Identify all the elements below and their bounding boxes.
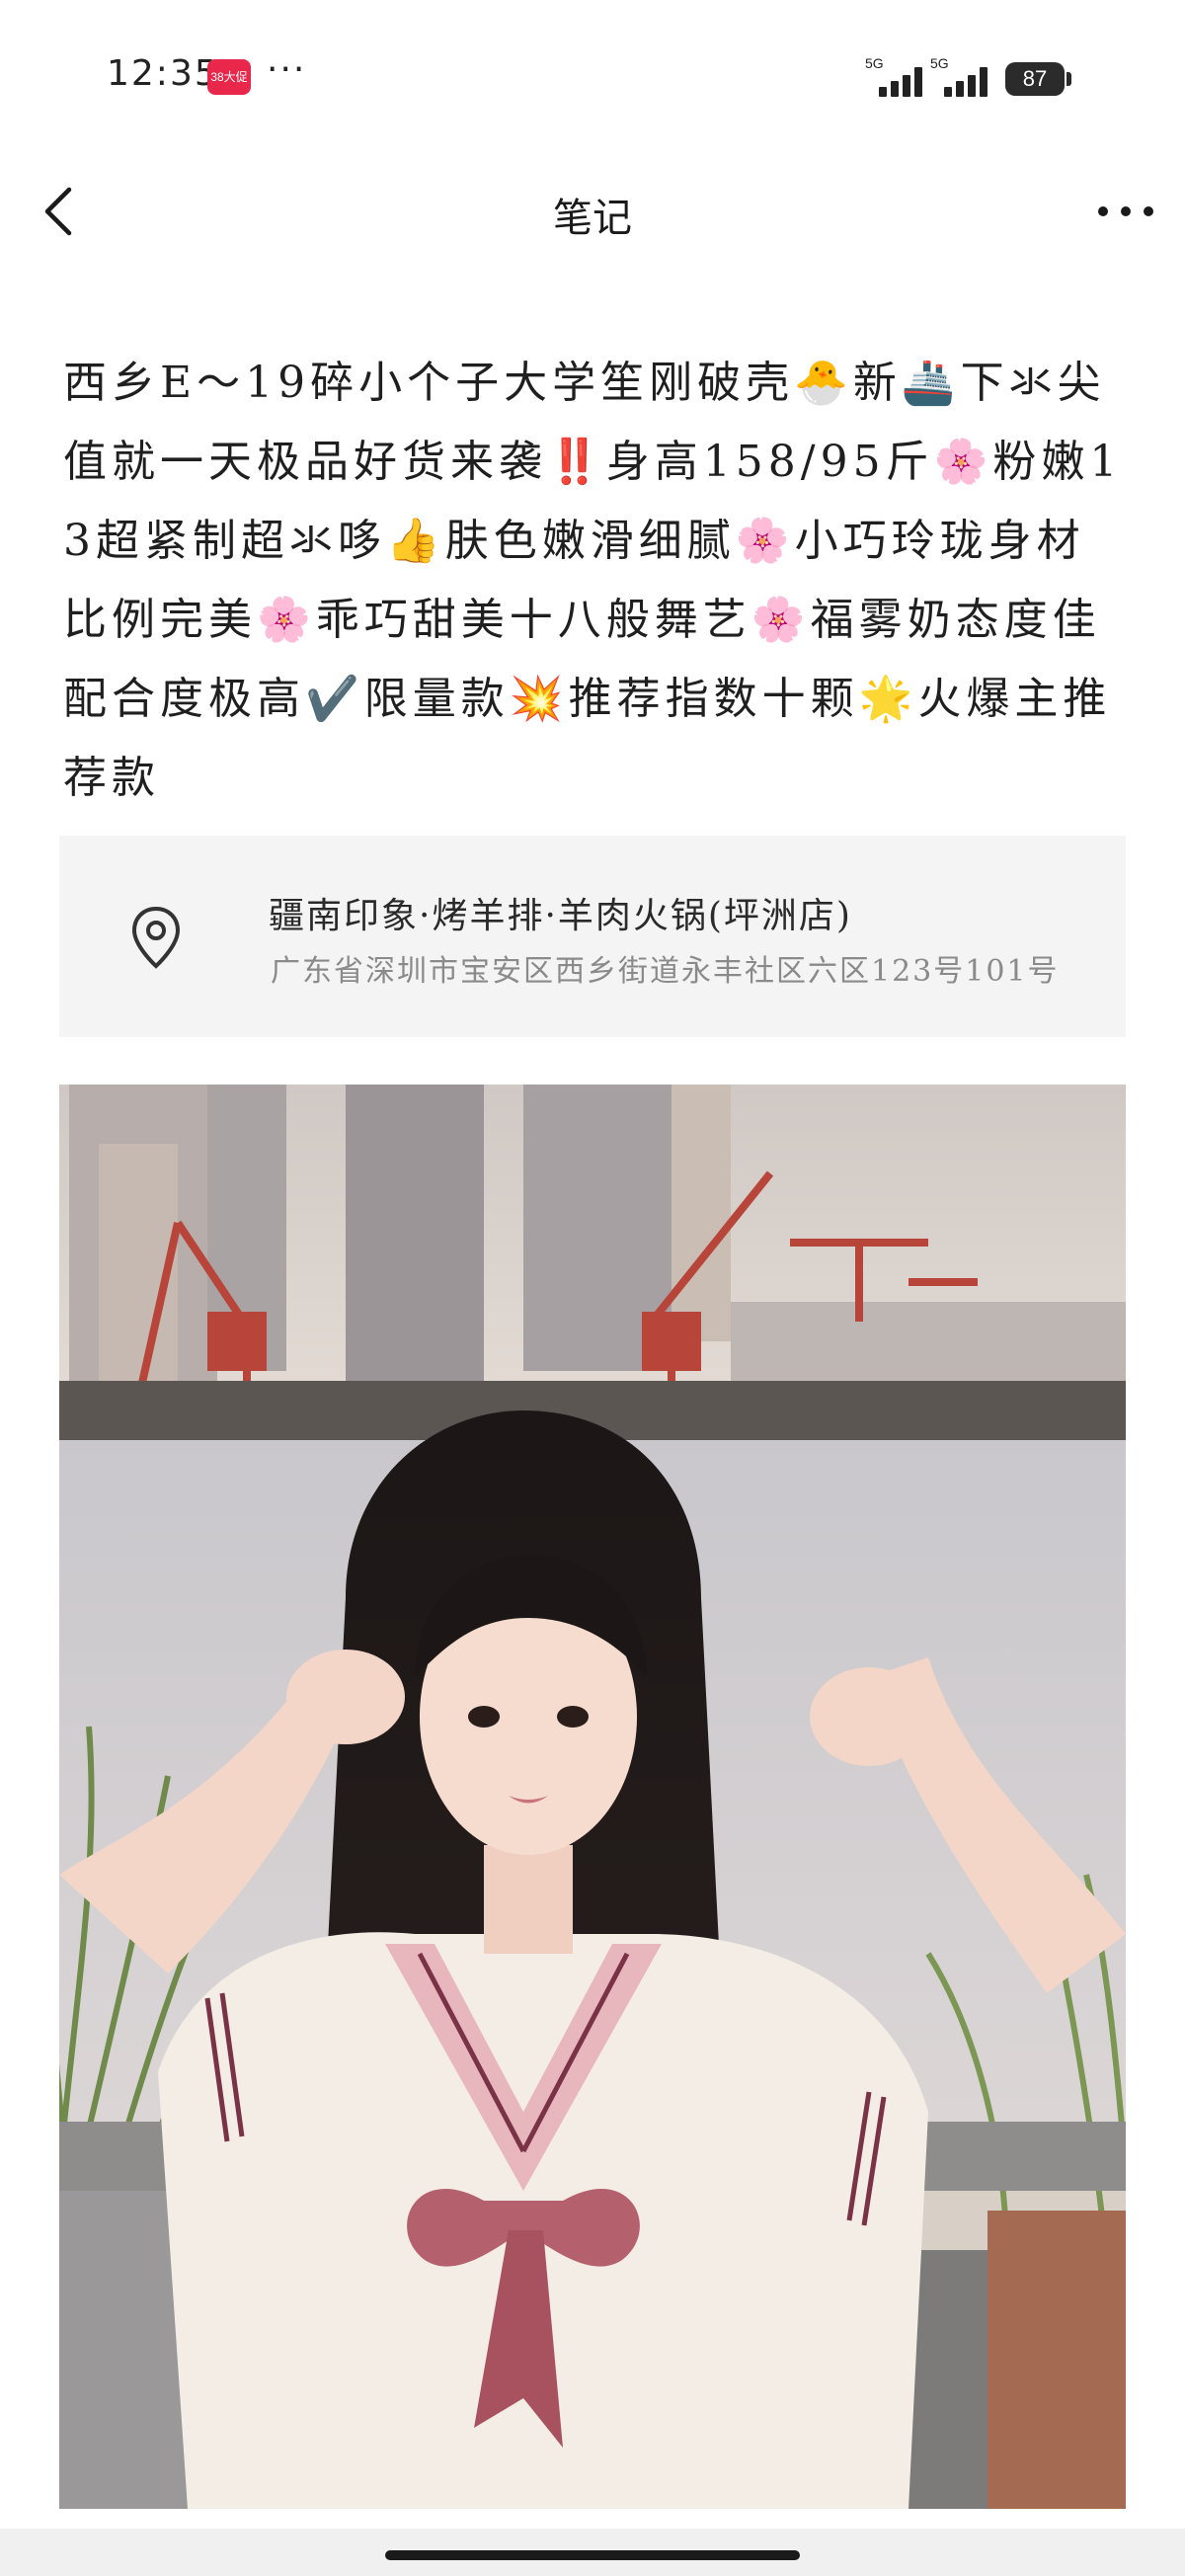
signal-sim1-icon: 5G: [865, 55, 936, 99]
top-nav-bar: 笔记: [0, 158, 1185, 267]
location-address: 广东省深圳市宝安区西乡街道永丰社区六区123号101号: [271, 954, 1060, 989]
battery-tip: [1066, 72, 1071, 86]
note-photo[interactable]: [59, 1085, 1126, 2509]
location-pin-icon: [131, 906, 181, 969]
status-more-icon: ···: [267, 49, 307, 90]
location-card[interactable]: 疆南印象·烤羊排·羊肉火锅(坪洲店) 广东省深圳市宝安区西乡街道永丰社区六区12…: [59, 836, 1126, 1037]
note-body-text: 西乡E～19碎小个子大学笙刚破壳🐣新🚢下氺尖值就一天极品好货来袭‼️身高158/…: [63, 358, 1123, 803]
more-button[interactable]: [1091, 182, 1160, 241]
app-notification-icon: 38大促: [207, 59, 251, 95]
battery-icon: 87: [1005, 62, 1065, 96]
more-horizontal-icon: [1098, 206, 1153, 216]
location-name: 疆南印象·烤羊排·羊肉火锅(坪洲店): [269, 896, 852, 936]
home-bar-area: [0, 2529, 1185, 2576]
signal-sim2-icon: 5G: [930, 55, 1001, 99]
home-indicator[interactable]: [385, 2550, 800, 2560]
status-time: 12:35: [107, 53, 219, 94]
page-title: 笔记: [553, 196, 632, 241]
photo-image: [59, 1085, 1126, 2509]
status-bar: 12:35 38大促 ··· 5G 5G 87: [0, 0, 1185, 148]
